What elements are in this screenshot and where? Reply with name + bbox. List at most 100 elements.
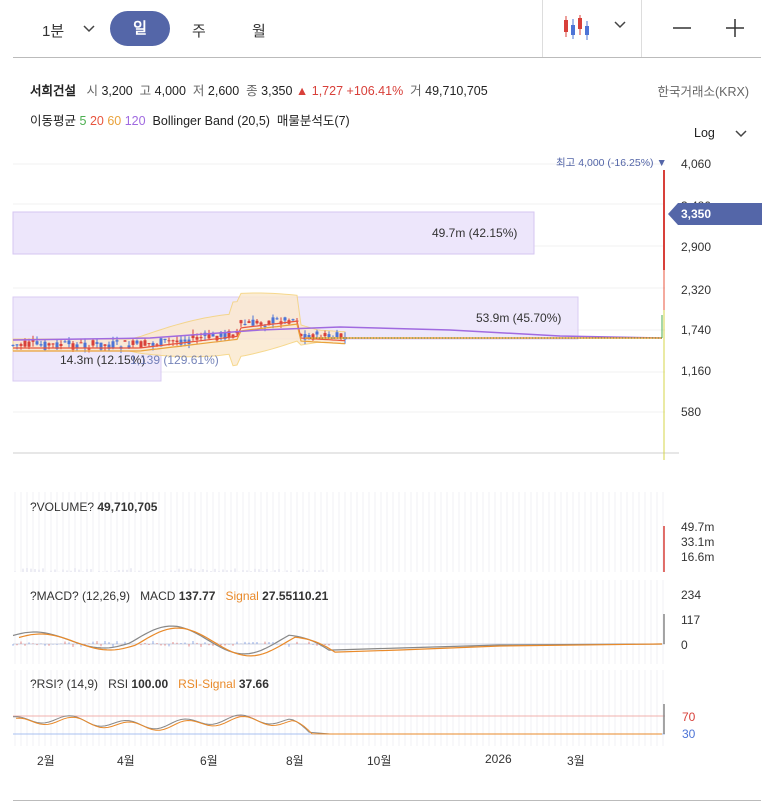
exchange-name: 한국거래소(KRX): [657, 85, 749, 99]
candle-body: [243, 323, 247, 325]
candle-body: [171, 340, 175, 342]
volume-title: ?VOLUME?: [30, 500, 95, 514]
open-value: 3,200: [101, 84, 133, 98]
tab-week[interactable]: 주: [192, 20, 206, 41]
stock-name: 서희건설: [30, 84, 77, 98]
zoom-in-icon[interactable]: [725, 18, 745, 38]
price-summary: 서희건설 시 3,200 고 4,000 저 2,600 종 3,350 ▲ 1…: [30, 80, 488, 99]
candle-body: [275, 318, 279, 320]
open-label: 시: [86, 84, 98, 98]
candle-body: [183, 339, 187, 342]
close-label: 종: [246, 84, 258, 98]
candle-body: [323, 333, 327, 337]
macd-y-tick: 0: [681, 638, 688, 652]
candle-body: [139, 341, 143, 348]
chevron-down-icon[interactable]: [735, 129, 747, 139]
x-axis-label: 3월: [567, 754, 585, 768]
low-label: 저: [192, 84, 205, 98]
indicator-legend: 이동평균 5 20 60 120 Bollinger Band (20,5) 매…: [30, 110, 350, 129]
change-percent: +106.41%: [346, 84, 404, 98]
rsi-y-tick-30: 30: [682, 727, 696, 741]
candle-body: [291, 319, 295, 321]
high-marker: 최고 4,000 (-16.25%) ▼: [556, 157, 667, 169]
interval-dropdown[interactable]: 1분: [42, 20, 64, 41]
rsi-line: [12, 714, 662, 735]
volume-panel-value: 49,710,705: [97, 500, 158, 514]
macd-title: ?MACD? (12,26,9): [30, 589, 131, 603]
candle-body: [315, 331, 319, 335]
interval-label: 1분: [42, 23, 65, 40]
candle-body: [175, 340, 179, 343]
macd-y-tick: 117: [681, 613, 701, 627]
y-tick: 2,320: [681, 283, 712, 297]
candle-body: [263, 325, 267, 327]
candle-body: [83, 342, 87, 348]
candle-body: [239, 320, 243, 324]
toolbar-divider: [641, 0, 642, 58]
tab-week-label: 주: [192, 23, 206, 40]
candle-body: [283, 317, 287, 321]
candle-body: [335, 332, 339, 338]
candle-body: [195, 337, 199, 340]
candle-body: [115, 340, 119, 342]
rsi-signal-label: RSI-Signal: [178, 677, 236, 691]
candle-body: [151, 342, 155, 346]
candle-body: [103, 344, 107, 346]
profile-bar-label: 53.9m (45.70%): [476, 311, 562, 325]
high-value: 4,000: [154, 84, 186, 98]
ma-label[interactable]: 이동평균: [30, 114, 76, 128]
candlestick-chart-icon[interactable]: [562, 13, 592, 41]
candle-body: [27, 341, 31, 347]
close-value: 3,350: [261, 84, 293, 98]
candle-body: [123, 340, 127, 342]
zoom-out-icon[interactable]: [672, 18, 692, 38]
scale-selector[interactable]: Log: [694, 126, 715, 140]
candle-body: [15, 344, 19, 346]
low-value: 2,600: [207, 84, 240, 98]
rsi-label: RSI: [108, 677, 129, 691]
candle-body: [31, 340, 35, 342]
volume-profile-label[interactable]: 매물분석도(7): [277, 114, 350, 128]
tab-month[interactable]: 월: [252, 20, 266, 41]
candle-body: [247, 321, 251, 323]
price-chart[interactable]: [0, 140, 771, 460]
candle-body: [79, 342, 83, 344]
candle-body: [71, 343, 75, 350]
candle-body: [39, 344, 43, 346]
volume-y-tick: 49.7m: [681, 520, 715, 534]
volume-y-tick: 16.6m: [681, 550, 715, 564]
x-axis-label: 6월: [200, 754, 218, 768]
candle-body: [167, 340, 171, 342]
x-axis-label: 2026: [485, 752, 512, 766]
profile-bar-label: 49.7m (42.15%): [432, 226, 518, 240]
candle-body: [95, 342, 99, 344]
rsi-y-tick-70: 70: [682, 710, 696, 724]
y-tick: 1,740: [681, 323, 712, 337]
chevron-down-icon[interactable]: [83, 24, 95, 34]
y-tick: 1,160: [681, 364, 712, 378]
bollinger-label[interactable]: Bollinger Band (20,5): [153, 114, 270, 128]
candle-body: [19, 344, 23, 346]
tab-day[interactable]: 일: [110, 11, 170, 46]
macd-signal-value: 27.55110.21: [262, 589, 329, 603]
ma-60: 60: [107, 114, 122, 128]
candle-body: [135, 340, 139, 344]
candle-body: [199, 337, 203, 339]
macd-signal-label: Signal: [225, 589, 259, 603]
candle-body: [35, 341, 39, 345]
rsi-signal-value: 37.66: [238, 677, 269, 691]
candle-body: [163, 338, 167, 341]
volume-label: 거: [410, 84, 422, 98]
candle-body: [155, 344, 159, 346]
candle-body: [327, 334, 331, 337]
toolbar-bottom-border: [13, 57, 761, 58]
candle-body: [147, 343, 151, 345]
low-marker: 1,139 (129.61%): [130, 353, 219, 367]
volume-value: 49,710,705: [425, 84, 488, 98]
candle-body: [179, 339, 183, 345]
candle-body: [59, 344, 63, 347]
candle-body: [143, 340, 147, 346]
candle-body: [259, 322, 263, 325]
candle-body: [23, 340, 27, 347]
chart-type-chevron-icon[interactable]: [614, 20, 626, 30]
